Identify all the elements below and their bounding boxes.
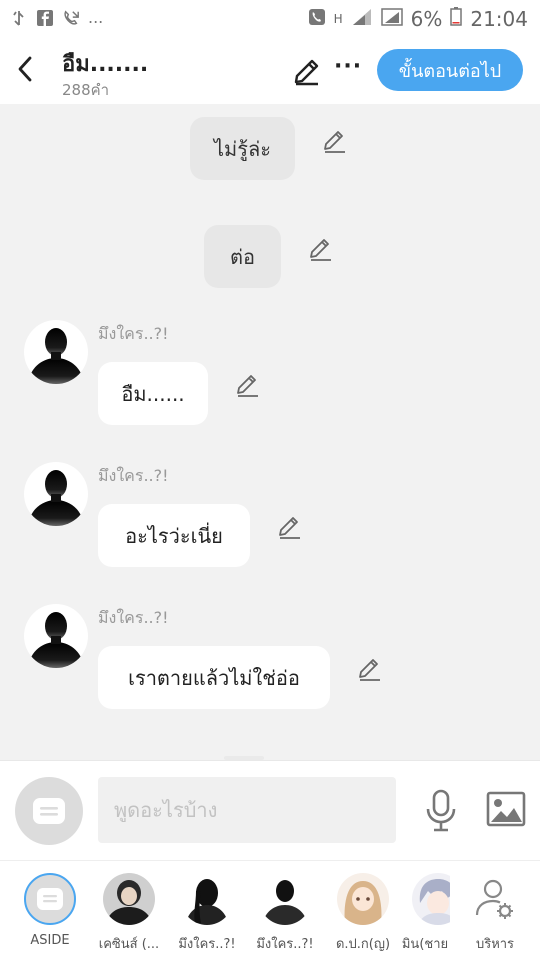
narration-bubble[interactable]: ต่อ [204, 225, 281, 288]
clock: 21:04 [470, 6, 528, 31]
silhouette-icon [28, 470, 84, 526]
facebook-icon [36, 9, 54, 27]
character-avatar[interactable] [24, 320, 88, 384]
message-text: อะไรว่ะเนี่ย [125, 523, 223, 548]
chat-area[interactable]: ไม่รู้ล่ะ ต่อ มึงใคร..?! อืม...... มึงใค [0, 104, 540, 760]
microphone-button[interactable] [424, 789, 458, 833]
story-title: อืม....... [62, 52, 149, 77]
tab-character[interactable]: เคซินส์ (... [94, 871, 164, 957]
tab-label: มึงใคร..?! [178, 937, 236, 952]
character-avatar [337, 873, 389, 925]
pencil-icon [359, 659, 380, 681]
chevron-left-icon [18, 56, 32, 82]
signal-2-icon [380, 7, 403, 31]
image-icon [486, 791, 526, 827]
message-text: ต่อ [230, 244, 255, 269]
battery-level: 6% [410, 6, 443, 31]
pencil-icon [279, 517, 300, 539]
microphone-icon [426, 789, 456, 832]
message-text: ไม่รู้ล่ะ [214, 136, 271, 161]
missed-call-icon [62, 9, 80, 27]
tab-label: บริหาร [475, 937, 515, 952]
narration-bubble[interactable]: ไม่รู้ล่ะ [190, 117, 295, 180]
character-tab-bar: ASIDE เคซินส์ (... มึงใคร..?! มึงใคร..?!… [0, 860, 540, 960]
character-avatar [259, 873, 311, 925]
battery-icon [450, 6, 463, 31]
tab-manage[interactable]: บริหาร [460, 871, 530, 957]
character-name: มึงใคร..?! [98, 608, 169, 627]
tab-label: ASIDE [30, 933, 70, 948]
chat-bubble-icon [37, 888, 63, 910]
tab-character[interactable]: มึงใคร..?! [172, 871, 242, 957]
tab-label: ด.ป.ก(ญ) [335, 937, 391, 952]
signal-icon [351, 7, 373, 31]
tab-character[interactable]: มึงใคร..?! [250, 871, 320, 957]
more-options-button[interactable]: ··· [334, 54, 361, 84]
silhouette-icon [28, 612, 84, 668]
manage-icon-wrap [469, 873, 521, 925]
silhouette-icon [28, 328, 84, 384]
pencil-icon [310, 239, 331, 261]
anime-girl-icon [337, 873, 389, 925]
chat-bubble-icon [33, 798, 65, 824]
network-type: H [333, 11, 343, 26]
message-input[interactable] [98, 777, 396, 843]
character-name: มึงใคร..?! [98, 466, 169, 485]
character-bubble[interactable]: อะไรว่ะเนี่ย [98, 504, 250, 567]
tab-aside[interactable]: ASIDE [15, 871, 85, 957]
edit-message-button[interactable] [322, 128, 348, 154]
character-avatar [181, 873, 233, 925]
character-avatar [103, 873, 155, 925]
pencil-icon [324, 131, 345, 153]
character-bubble[interactable]: เราตายแล้วไม่ใช่อ่อ [98, 646, 330, 709]
message-text: เราตายแล้วไม่ใช่อ่อ [128, 665, 300, 690]
edit-message-button[interactable] [308, 236, 334, 262]
anime-boy-icon [412, 873, 450, 925]
status-more: ... [88, 8, 104, 27]
pencil-icon [237, 375, 258, 397]
pencil-icon [294, 59, 319, 86]
character-avatar [412, 873, 450, 925]
edit-title-button[interactable] [292, 56, 322, 86]
image-button[interactable] [486, 791, 526, 827]
character-name: มึงใคร..?! [98, 324, 169, 343]
next-step-button[interactable]: ขั้นตอนต่อไป [377, 49, 523, 91]
back-button[interactable] [10, 52, 40, 86]
input-bar [0, 760, 540, 860]
status-bar: ... H 6% 21:04 [0, 0, 540, 38]
tab-label: เคซินส์ (... [98, 937, 160, 952]
character-bubble[interactable]: อืม...... [98, 362, 208, 425]
tab-label: มึงใคร..?! [256, 937, 314, 952]
word-count: 288คำ [62, 81, 110, 99]
edit-message-button[interactable] [357, 656, 383, 682]
character-avatar[interactable] [24, 462, 88, 526]
character-avatar[interactable] [24, 604, 88, 668]
tab-label: มิน(ชาย [401, 937, 449, 952]
user-settings-icon [475, 879, 513, 919]
usb-icon [10, 9, 28, 27]
edit-message-button[interactable] [235, 372, 261, 398]
message-text: อืม...... [121, 381, 185, 406]
tab-character[interactable]: มิน(ชาย [400, 871, 450, 957]
narration-toggle-button[interactable] [15, 777, 83, 845]
silhouette-icon [262, 880, 308, 925]
photo-avatar-icon [103, 873, 155, 925]
header: อืม....... 288คำ ··· ขั้นตอนต่อไป [0, 38, 540, 104]
tab-character[interactable]: ด.ป.ก(ญ) [328, 871, 398, 957]
aside-avatar [24, 873, 76, 925]
call-icon [308, 7, 326, 31]
silhouette-icon [185, 879, 229, 925]
edit-message-button[interactable] [277, 514, 303, 540]
